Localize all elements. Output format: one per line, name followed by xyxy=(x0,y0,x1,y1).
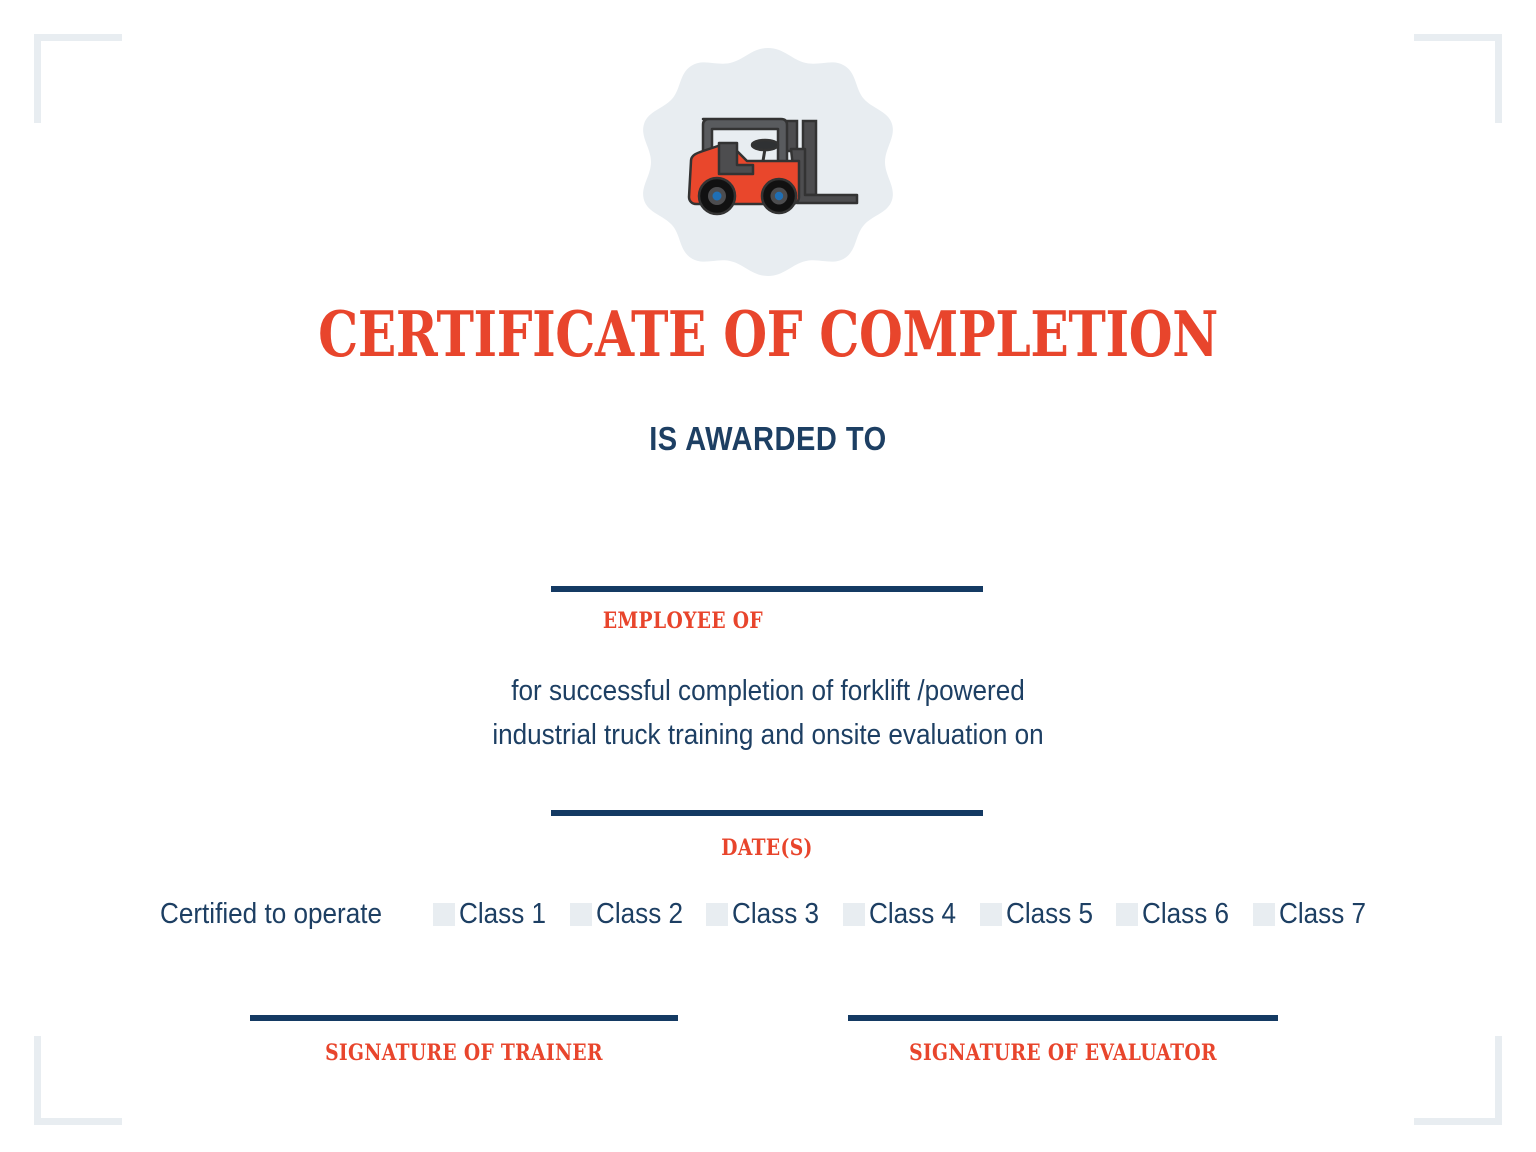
employee-of-caption: EMPLOYEE OF xyxy=(602,608,764,634)
corner-bracket-top-right xyxy=(1414,34,1502,123)
recipient-name-line[interactable] xyxy=(551,586,983,592)
class-option-5[interactable]: Class 5 xyxy=(979,898,1103,931)
bracket-arm-vertical xyxy=(34,1036,41,1125)
bracket-arm-vertical xyxy=(1495,34,1502,123)
corner-bracket-top-left xyxy=(34,34,122,123)
certified-classes-row: Certified to operate Class 1 Class 2 Cla… xyxy=(0,898,1536,931)
class-option-2[interactable]: Class 2 xyxy=(569,898,693,931)
certificate-seal xyxy=(632,46,904,284)
body-line-2: industrial truck training and onsite eva… xyxy=(492,719,1044,752)
class-option-3[interactable]: Class 3 xyxy=(706,898,829,931)
checkbox-icon[interactable] xyxy=(1253,903,1276,926)
checkbox-icon[interactable] xyxy=(842,903,865,926)
class-option-7[interactable]: Class 7 xyxy=(1253,898,1376,931)
checkbox-icon[interactable] xyxy=(706,903,729,926)
evaluator-signature-line[interactable] xyxy=(848,1015,1278,1021)
awarded-to-label: IS AWARDED TO xyxy=(649,420,887,457)
trainer-signature-caption: SIGNATURE OF TRAINER xyxy=(325,1040,603,1066)
class-label: Class 2 xyxy=(595,898,683,930)
certificate-body-text: for successful completion of forklift /p… xyxy=(77,669,1459,757)
checkbox-icon[interactable] xyxy=(1116,903,1139,926)
bracket-arm-vertical xyxy=(1495,1036,1502,1125)
bracket-arm-vertical xyxy=(34,34,41,123)
trainer-signature-line[interactable] xyxy=(250,1015,678,1021)
bracket-arm-horizontal xyxy=(34,34,122,41)
dates-caption: DATE(S) xyxy=(721,835,813,861)
checkbox-icon[interactable] xyxy=(432,903,455,926)
date-line[interactable] xyxy=(551,810,983,816)
class-option-4[interactable]: Class 4 xyxy=(842,898,966,931)
class-option-1[interactable]: Class 1 xyxy=(432,898,556,931)
class-label: Class 3 xyxy=(732,898,820,930)
corner-bracket-bottom-left xyxy=(34,1036,122,1125)
class-label: Class 5 xyxy=(1005,898,1093,930)
body-line-1: for successful completion of forklift /p… xyxy=(511,675,1025,707)
bracket-arm-horizontal xyxy=(1414,1118,1502,1125)
bracket-arm-horizontal xyxy=(1414,34,1502,41)
checkbox-icon[interactable] xyxy=(979,903,1002,926)
checkbox-icon[interactable] xyxy=(569,903,592,926)
class-label: Class 6 xyxy=(1142,898,1230,930)
bracket-arm-horizontal xyxy=(34,1118,122,1125)
corner-bracket-bottom-right xyxy=(1414,1036,1502,1125)
class-label: Class 1 xyxy=(458,898,546,930)
page-title: CERTIFICATE OF COMPLETION xyxy=(318,297,1218,371)
class-option-6[interactable]: Class 6 xyxy=(1116,898,1239,931)
forklift-icon xyxy=(687,117,859,216)
class-label: Class 4 xyxy=(868,898,957,930)
certified-to-operate-label: Certified to operate xyxy=(160,898,383,930)
class-label: Class 7 xyxy=(1279,898,1367,930)
evaluator-signature-caption: SIGNATURE OF EVALUATOR xyxy=(909,1040,1217,1066)
